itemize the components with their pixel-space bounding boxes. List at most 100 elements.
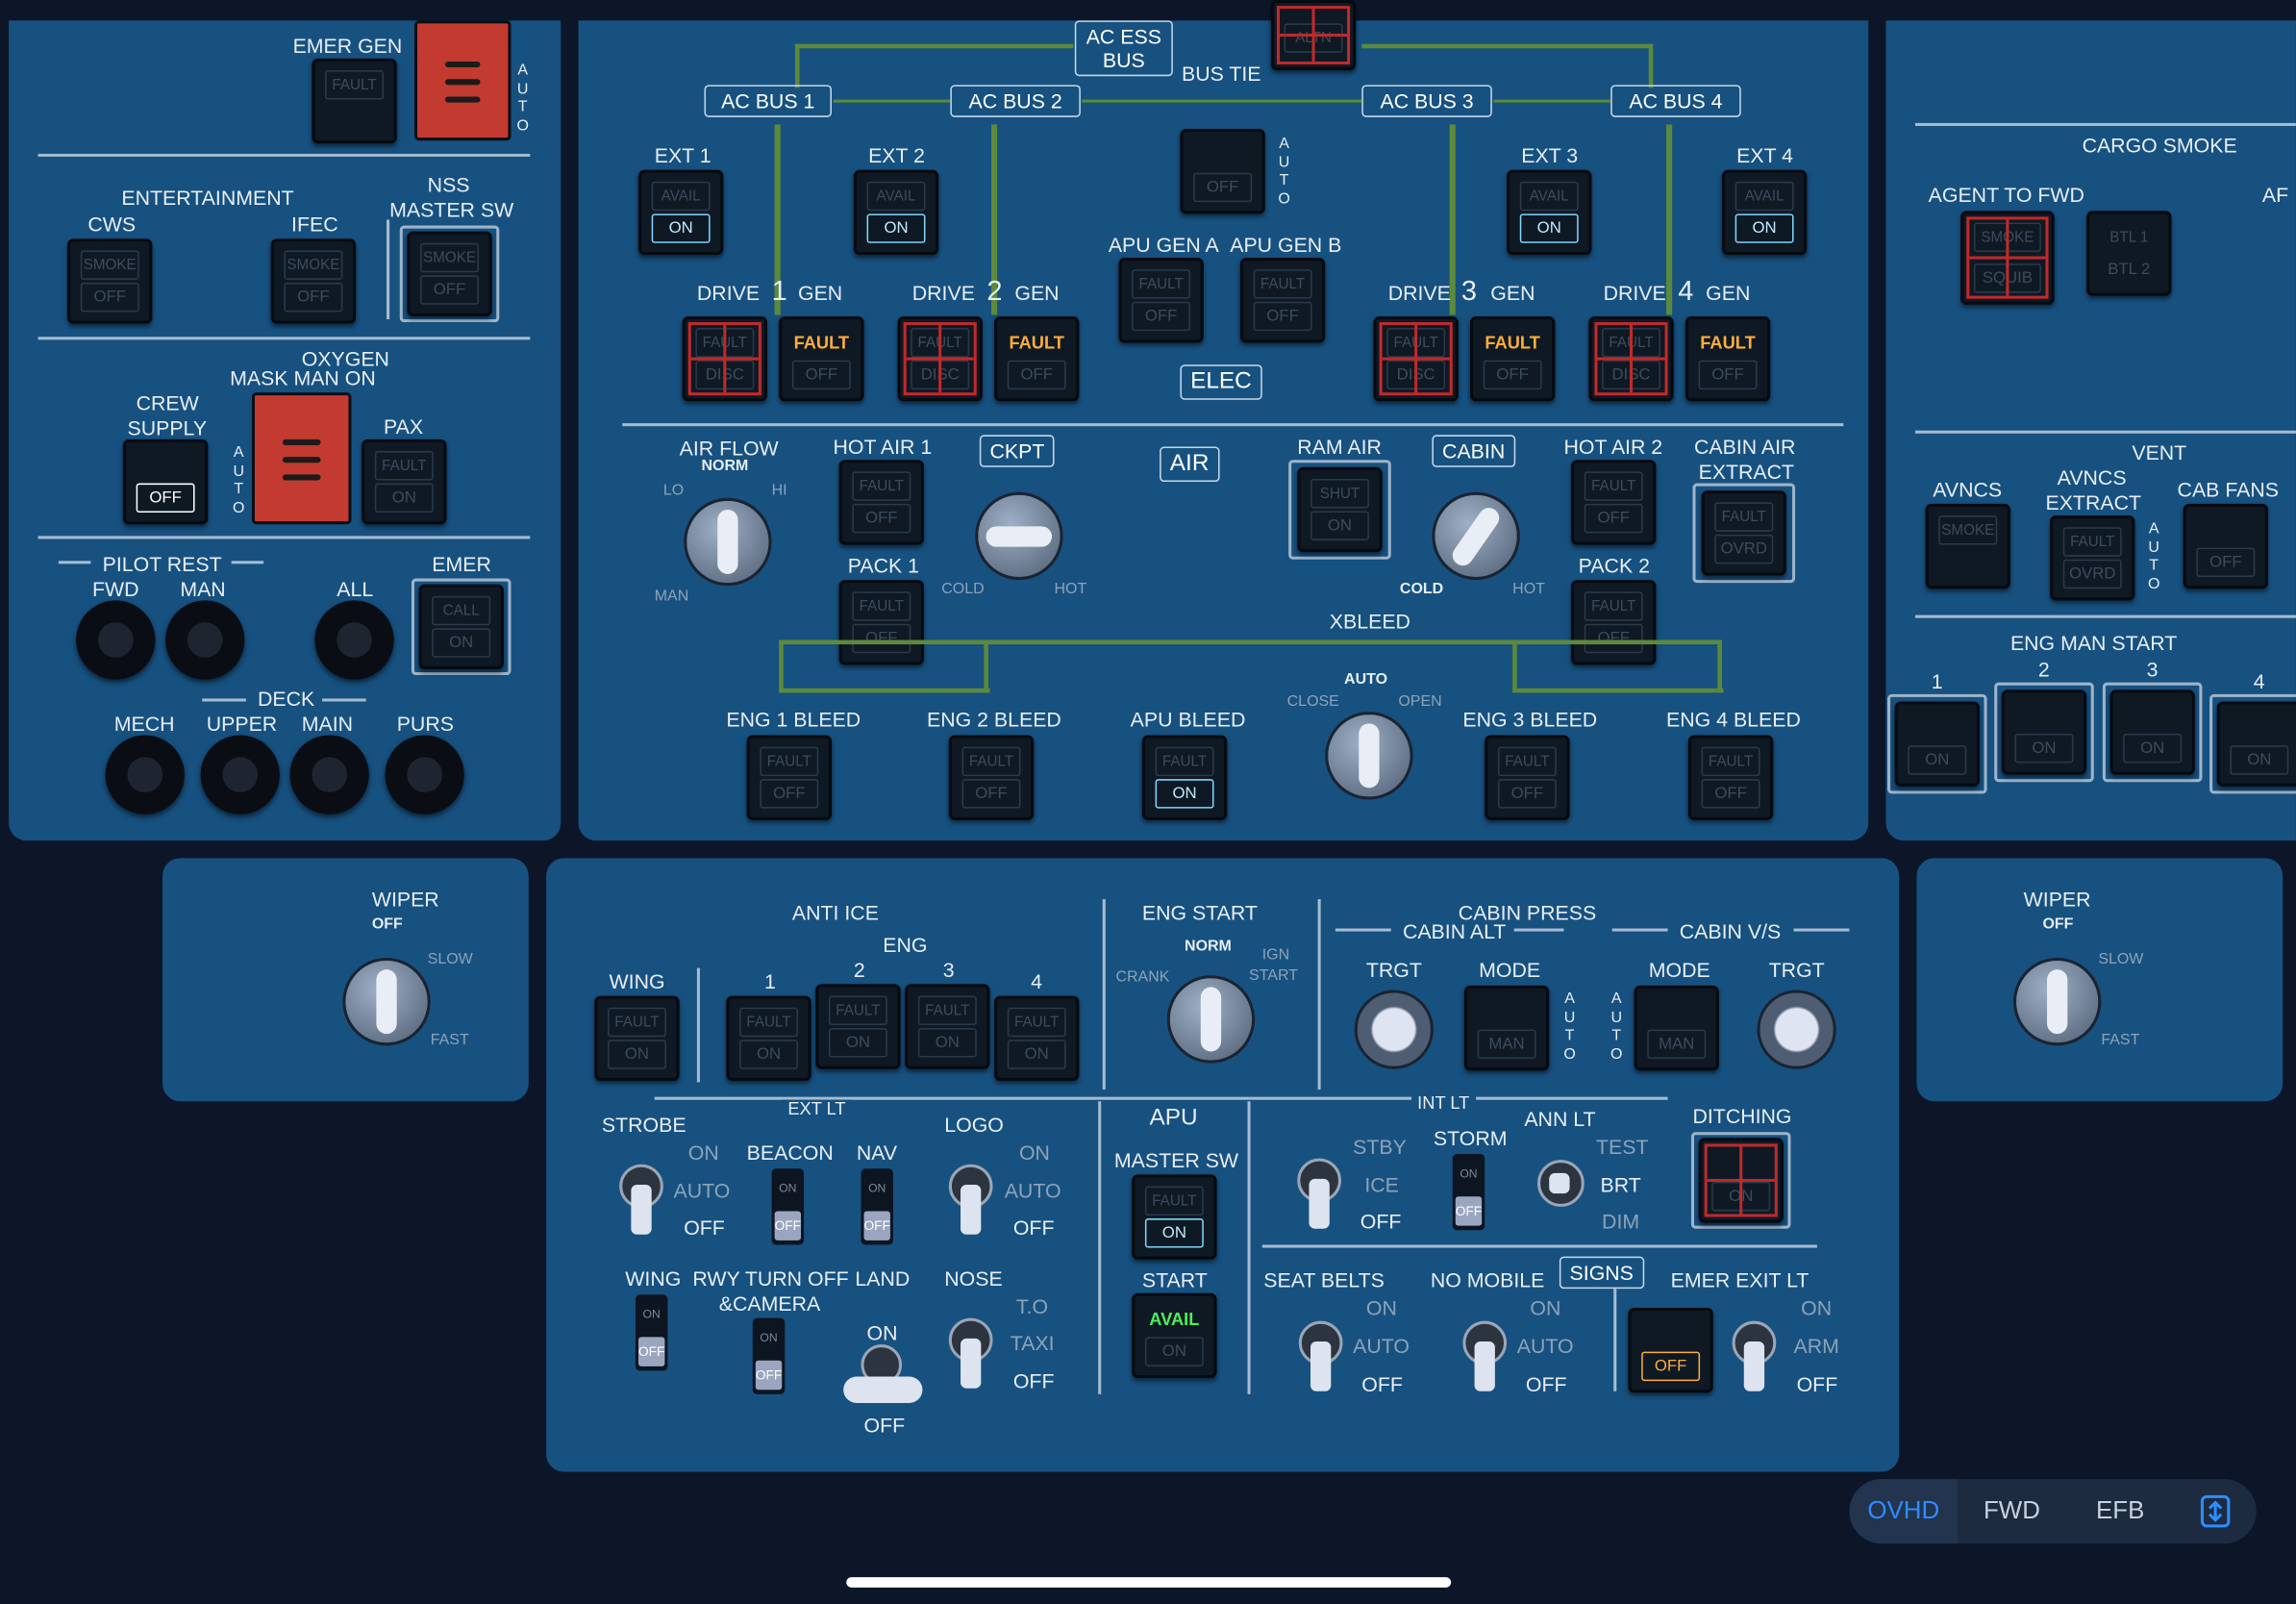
purs-call-button[interactable] [385,735,464,815]
main-deck-call-button[interactable] [289,735,369,815]
drive-4-disc-button[interactable]: FAULT DISC [1588,315,1674,402]
emer-gen-fault-button[interactable]: FAULT [312,58,397,144]
rwy-turn-off-switch[interactable]: ON OFF [752,1317,786,1394]
ext-4-button[interactable]: AVAIL ON [1721,169,1808,255]
mech-label: MECH [113,712,175,736]
cabin-air-extract-button[interactable]: FAULT OVRD [1701,490,1786,576]
cabin-alt-trgt-knob[interactable] [1354,990,1434,1069]
anti-ice-label: ANTI ICE [791,900,879,924]
eng-man-start-1-button[interactable]: ON [1894,701,1980,787]
avncs-button[interactable]: SMOKE [1925,503,2010,589]
pack-1-button[interactable]: FAULT OFF [838,580,924,665]
pilot-rest-fwd-call-button[interactable] [76,600,156,680]
eng-1-anti-ice-button[interactable]: FAULT ON [726,995,811,1081]
seat-belts-toggle[interactable] [1298,1320,1343,1403]
xbleed-knob[interactable] [1325,712,1413,800]
land-toggle[interactable] [843,1344,923,1412]
pax-button[interactable]: FAULT ON [362,439,447,525]
eng-man-start-label: ENG MAN START [2009,631,2178,655]
eng-man-start-2-label: 2 [2037,657,2050,682]
gen-2-button[interactable]: FAULT OFF [994,315,1080,402]
gen-1-button[interactable]: FAULT OFF [779,315,864,402]
tab-efb[interactable]: EFB [2066,1479,2175,1543]
bus-tie-button[interactable]: OFF [1180,129,1265,214]
ext-2-button[interactable]: AVAIL ON [853,169,939,255]
eng-4-bleed-label: ENG 4 BLEED [1666,707,1801,731]
cabin-alt-mode-button[interactable]: MAN [1463,985,1550,1071]
storm-switch[interactable]: ON OFF [1452,1154,1485,1231]
mask-man-on-guarded-switch[interactable] [251,392,352,525]
apu-gen-a-button[interactable]: FAULT OFF [1118,258,1204,343]
apu-bleed-button[interactable]: FAULT ON [1141,735,1228,820]
eng-man-start-2-button[interactable]: ON [2001,689,2087,775]
eng-man-start-3-button[interactable]: ON [2109,689,2195,775]
nss-master-button[interactable]: SMOKE OFF [407,231,492,316]
ifec-button[interactable]: SMOKE OFF [270,238,357,324]
eng-3-anti-ice-button[interactable]: FAULT ON [905,984,990,1069]
hot-air-1-button[interactable]: FAULT OFF [838,460,924,545]
eng-2-anti-ice-button[interactable]: FAULT ON [815,984,901,1069]
drive-2-disc-button[interactable]: FAULT DISC [897,315,983,402]
ram-air-button[interactable]: SHUT ON [1297,466,1383,553]
drive-1-disc-button[interactable]: FAULT DISC [682,315,767,402]
hot-air-2-button[interactable]: FAULT OFF [1571,460,1657,545]
tab-ovhd[interactable]: OVHD [1849,1479,1959,1544]
swap-screen-icon[interactable] [2175,1479,2257,1543]
emer-exit-toggle[interactable] [1732,1320,1777,1403]
nose-toggle[interactable] [948,1317,993,1400]
logo-toggle[interactable] [948,1164,993,1246]
eng-3-bleed-button[interactable]: FAULT OFF [1485,735,1570,820]
cws-button[interactable]: SMOKE OFF [67,238,153,324]
mech-call-button[interactable] [105,735,185,815]
wiper-right-knob[interactable] [2012,957,2102,1046]
ckpt-temp-knob[interactable] [975,491,1063,581]
crew-supply-button[interactable]: OFF [122,439,209,525]
wing-anti-ice-button[interactable]: FAULT ON [594,995,680,1081]
emer-call-button[interactable]: CALL ON [418,584,504,669]
apu-gen-b-button[interactable]: FAULT OFF [1239,258,1326,343]
ditching-button[interactable]: ON [1698,1138,1784,1223]
eng-4-anti-ice-button[interactable]: FAULT ON [994,995,1080,1081]
cab-fans-button[interactable]: OFF [2183,503,2268,589]
air-flow-knob[interactable] [684,497,772,587]
cabin-vs-mode-label: MODE [1648,957,1710,982]
ac-ess-altn-button[interactable]: ALTN [1270,0,1357,71]
ext-1-button[interactable]: AVAIL ON [637,169,724,255]
cabin-vs-trgt-knob[interactable] [1757,990,1836,1069]
apu-start-button[interactable]: AVAIL ON [1132,1292,1217,1379]
emer-exit-lt-button[interactable]: OFF [1628,1307,1713,1393]
eng-man-start-4-button[interactable]: ON [2216,701,2296,787]
tab-fwd[interactable]: FWD [1958,1479,2066,1543]
ext-3-button[interactable]: AVAIL ON [1507,169,1592,255]
nav-switch[interactable]: ON OFF [861,1168,893,1245]
wiper-left-knob[interactable] [342,957,431,1046]
wing-lt-switch[interactable]: ON OFF [635,1294,668,1371]
eng-1-bleed-button[interactable]: FAULT OFF [746,735,833,820]
cabin-temp-knob[interactable] [1432,491,1520,581]
vent-label: VENT [2132,440,2187,464]
ext-3-label: EXT 3 [1521,143,1579,167]
stby-ice-toggle[interactable] [1297,1158,1341,1241]
strobe-toggle[interactable] [619,1164,663,1246]
ac-bus-4-box: AC BUS 4 [1610,85,1741,117]
cabin-vs-mode-button[interactable]: MAN [1634,985,1719,1071]
gen-3-button[interactable]: FAULT OFF [1469,315,1556,402]
eng-2-bleed-button[interactable]: FAULT OFF [948,735,1035,820]
beacon-switch[interactable]: ON OFF [771,1168,805,1245]
gen-4-button[interactable]: FAULT OFF [1685,315,1771,402]
emer-gen-guarded-switch[interactable] [413,20,512,141]
drive-3-disc-button[interactable]: FAULT DISC [1373,315,1459,402]
apu-master-sw-button[interactable]: FAULT ON [1132,1174,1217,1260]
air-flow-lo-label: LO [662,482,685,500]
avncs-extract-button[interactable]: FAULT OVRD [2050,515,2135,601]
no-mobile-toggle[interactable] [1462,1320,1508,1403]
upper-deck-call-button[interactable] [200,735,280,815]
agent-to-fwd-button[interactable]: SMOKE SQUIB [1960,211,2055,305]
eng-4-bleed-button[interactable]: FAULT OFF [1687,735,1774,820]
ann-lt-toggle[interactable] [1537,1160,1585,1241]
pack-2-button[interactable]: FAULT OFF [1571,580,1657,665]
wing-lt-label: WING [625,1266,682,1291]
eng-start-knob[interactable] [1166,975,1256,1064]
all-call-button[interactable] [314,600,394,680]
pilot-rest-man-call-button[interactable] [165,600,245,680]
